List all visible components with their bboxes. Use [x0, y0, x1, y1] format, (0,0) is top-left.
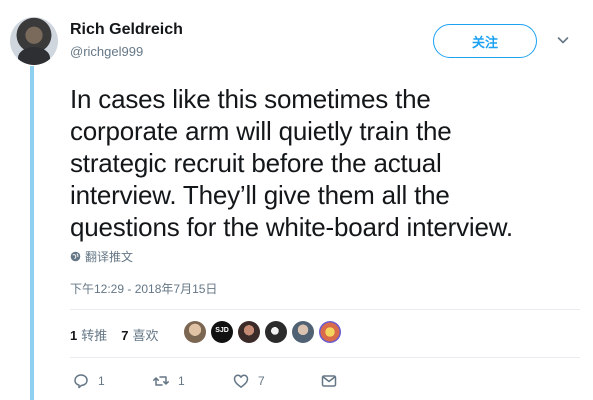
conversation-thread-line — [30, 66, 34, 400]
like-button[interactable]: 7 — [232, 372, 320, 390]
liker-avatar[interactable] — [292, 321, 314, 343]
like-stat[interactable]: 7 喜欢 — [121, 325, 158, 344]
divider — [70, 357, 580, 358]
reply-icon — [74, 374, 88, 389]
tweet-text-line: In cases like this sometimes the — [70, 84, 431, 114]
tweet-stats: 1 转推 7 喜欢 — [70, 325, 159, 344]
envelope-icon — [321, 375, 337, 387]
chevron-down-icon[interactable] — [557, 34, 569, 46]
retweet-icon — [153, 376, 169, 386]
tweet-text-line: strategic recruit before the actual — [70, 148, 442, 178]
tweet-timestamp[interactable]: 下午12:29 - 2018年7月15日 — [70, 280, 217, 297]
retweet-button[interactable]: 1 — [152, 372, 232, 390]
liker-avatar[interactable] — [238, 321, 260, 343]
tweet-actions: 1 1 7 — [72, 372, 338, 390]
retweet-count: 1 — [70, 328, 78, 343]
translate-tweet-link[interactable]: 翻译推文 — [70, 248, 133, 265]
liker-avatars: SJD — [184, 321, 341, 343]
liker-avatar[interactable] — [184, 321, 206, 343]
direct-message-button[interactable] — [320, 372, 338, 390]
like-stat-label: 喜欢 — [132, 328, 159, 343]
tweet-text-line: corporate arm will quietly train the — [70, 116, 452, 146]
tweet-text-line: interview. They’ll give them all the — [70, 180, 450, 210]
liker-avatar[interactable] — [265, 321, 287, 343]
liker-avatar-text: SJD — [215, 327, 229, 334]
heart-icon — [233, 374, 249, 388]
globe-icon — [70, 251, 81, 262]
reply-button[interactable]: 1 — [72, 372, 152, 390]
tweet-text-line: questions for the white-board interview. — [70, 212, 513, 242]
user-name[interactable]: Rich Geldreich — [70, 21, 183, 39]
sjd-logo-avatar[interactable]: SJD — [211, 321, 233, 343]
divider — [70, 309, 580, 310]
avatar-shoulders — [18, 47, 50, 65]
retweet-action-count: 1 — [178, 374, 185, 388]
reply-count: 1 — [98, 374, 105, 388]
user-handle[interactable]: @richgel999 — [70, 44, 143, 59]
like-count: 7 — [121, 328, 129, 343]
tweet-text: In cases like this sometimes the corpora… — [70, 83, 580, 243]
follow-button[interactable]: 关注 — [433, 24, 537, 58]
translate-label[interactable]: 翻译推文 — [85, 248, 133, 265]
retweet-stat-label: 转推 — [81, 328, 108, 343]
avatar[interactable] — [10, 17, 58, 65]
retweet-stat[interactable]: 1 转推 — [70, 325, 107, 344]
like-action-count: 7 — [258, 374, 265, 388]
liker-avatar[interactable] — [319, 321, 341, 343]
